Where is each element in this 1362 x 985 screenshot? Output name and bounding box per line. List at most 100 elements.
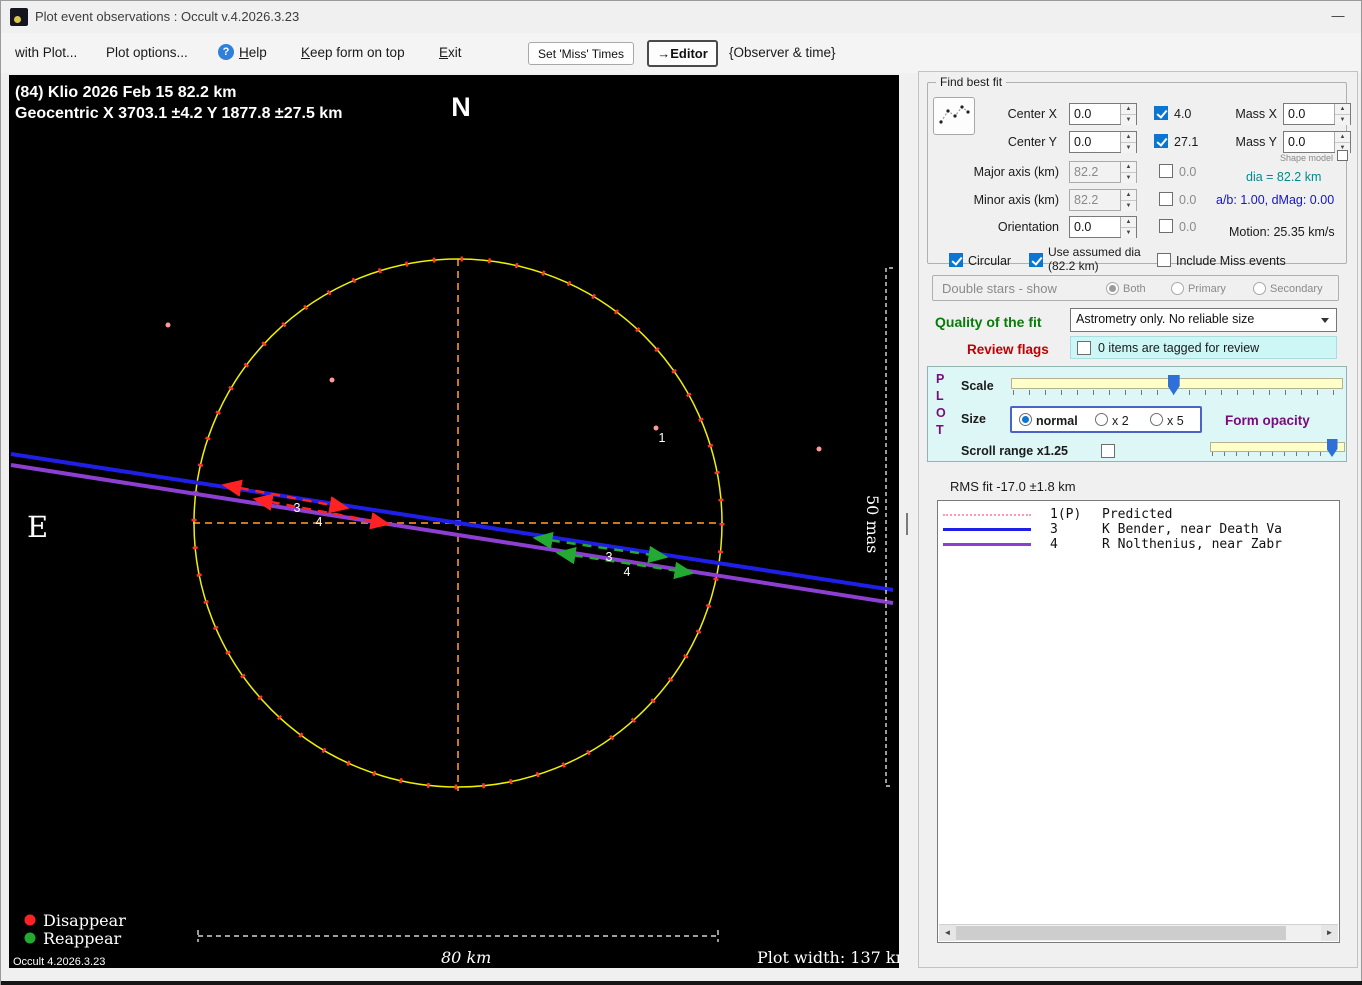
control-panel: Find best fit Center X 0.0 4.0 Mass X 0.… [918,71,1358,968]
disappear-legend-label: Disappear [43,911,126,930]
mass-y-label: Mass Y [1235,135,1277,149]
double-stars-label: Double stars - show [942,281,1057,296]
plot-version-label: Occult 4.2026.3.23 [13,956,105,968]
double-secondary-radio[interactable] [1253,282,1266,295]
spin-up-icon[interactable] [1121,104,1136,115]
chord-number: 1(P) [1050,507,1082,522]
review-flags-label: Review flags [967,342,1049,357]
menu-exit[interactable]: Exit [439,45,462,60]
spin-up-icon[interactable] [1121,217,1136,228]
size-normal-radio[interactable] [1019,413,1032,426]
scale-slider[interactable] [1011,375,1343,397]
spin-up-icon[interactable] [1121,132,1136,143]
list-item[interactable]: 1(P) Predicted [938,507,1339,522]
spin-down-icon[interactable] [1121,228,1136,238]
spin-up-icon[interactable] [1335,132,1350,143]
list-item[interactable]: 4 R Nolthenius, near Zabr [938,537,1339,552]
red-chord-4-label: 4 [316,515,323,529]
shape-model-checkbox[interactable] [1337,150,1348,161]
chord-3-blue[interactable] [10,452,894,592]
menu-help[interactable]: Help [239,45,267,60]
orientation-spinner[interactable]: 0.0 [1069,216,1137,238]
mass-x-value[interactable]: 0.0 [1284,104,1334,124]
scroll-range-checkbox[interactable] [1101,444,1115,458]
list-item[interactable]: 3 K Bender, near Death Va [938,522,1339,537]
mas-scale-bracket [885,267,893,787]
km-scale-label: 80 km [441,948,491,967]
major-axis-label: Major axis (km) [973,165,1059,179]
center-y-spinner[interactable]: 0.0 [1069,131,1137,153]
spin-down-icon[interactable] [1121,143,1136,153]
quality-dropdown[interactable]: Astrometry only. No reliable size [1070,308,1337,332]
fit-major-axis-checkbox[interactable] [1159,164,1173,178]
rms-fit-label: RMS fit -17.0 ±1.8 km [950,479,1076,494]
fit-orientation-checkbox[interactable] [1159,219,1173,233]
size-x5-label: x 5 [1167,414,1184,428]
use-assumed-dia-checkbox[interactable] [1029,253,1043,267]
spin-down-icon[interactable] [1121,115,1136,125]
minimize-button[interactable]: — [1319,3,1357,29]
spin-down-icon[interactable] [1335,115,1350,125]
include-miss-checkbox[interactable] [1157,253,1171,267]
review-flags-checkbox[interactable] [1077,341,1091,355]
menu-with-plot[interactable]: with Plot... [15,45,77,60]
mas-scale-label: 50 mas [863,495,882,553]
app-icon [10,8,28,26]
mass-x-spinner[interactable]: 0.0 [1283,103,1351,125]
chord-name: K Bender, near Death Va [1102,522,1283,537]
scrollbar-thumb[interactable] [956,926,1286,940]
mass-y-value[interactable]: 0.0 [1284,132,1334,152]
plot-title-line2: Geocentric X 3703.1 ±4.2 Y 1877.8 ±27.5 … [15,105,342,122]
point-marker [165,322,171,328]
review-flags-box: 0 items are tagged for review [1070,336,1337,359]
circular-checkbox[interactable] [949,253,963,267]
chevron-down-icon [1321,318,1329,323]
plot-letter-o: O [936,406,946,420]
point-marker [329,377,335,383]
editor-button[interactable]: →Editor [647,40,718,67]
review-flags-text: 0 items are tagged for review [1098,341,1260,355]
double-stars-group: Double stars - show Both Primary Seconda… [932,275,1339,301]
menu-plot-options[interactable]: Plot options... [106,45,188,60]
scroll-left-icon[interactable] [939,925,956,941]
spin-up-icon[interactable] [1335,104,1350,115]
spin-down-icon [1121,201,1136,211]
size-x5-radio[interactable] [1150,413,1163,426]
double-both-label: Both [1123,283,1146,295]
chord-list[interactable]: 1(P) Predicted 3 K Bender, near Death Va… [937,500,1340,943]
fit-center-y-checkbox[interactable] [1154,134,1168,148]
double-primary-radio[interactable] [1171,282,1184,295]
fit-minor-axis-checkbox[interactable] [1159,192,1173,206]
orientation-value[interactable]: 0.0 [1070,217,1120,237]
center-y-value[interactable]: 0.0 [1070,132,1120,152]
chord-number: 4 [1050,537,1058,552]
plot-controls-panel: P L O T Scale Size normal x 2 x 5 Form o… [927,366,1347,462]
scroll-right-icon[interactable] [1321,925,1338,941]
fit-plot-button[interactable] [933,97,975,135]
double-both-radio[interactable] [1106,282,1119,295]
opacity-slider-track[interactable] [1210,442,1345,452]
occultation-plot[interactable]: 3 4 3 4 1 (84) Klio 2026 Feb 15 82.2 km … [9,75,911,968]
major-axis-value: 82.2 [1074,165,1099,179]
spin-up-icon [1121,162,1136,173]
quality-label: Quality of the fit [935,314,1042,330]
chord-4-purple[interactable] [10,463,894,605]
spin-down-icon [1121,173,1136,183]
mass-x-label: Mass X [1235,107,1277,121]
size-x2-radio[interactable] [1095,413,1108,426]
plot-canvas[interactable]: 3 4 3 4 1 (84) Klio 2026 Feb 15 82.2 km … [9,75,911,968]
menu-keep-on-top[interactable]: Keep form on top [301,45,405,60]
form-opacity-slider[interactable] [1210,439,1345,459]
fit-center-x-checkbox[interactable] [1154,106,1168,120]
splitter-handle[interactable] [906,513,908,535]
center-y-label: Center Y [1007,135,1057,149]
orientation-fit-value: 0.0 [1179,220,1197,234]
window-bottom-edge [1,981,1362,985]
center-y-fit-value: 27.1 [1174,135,1199,149]
horizontal-scrollbar[interactable] [939,924,1338,941]
center-x-spinner[interactable]: 0.0 [1069,103,1137,125]
point-1-label: 1 [659,431,666,445]
axis-ratio-info: a/b: 1.00, dMag: 0.00 [1216,193,1335,207]
set-miss-times-button[interactable]: Set 'Miss' Times [528,42,634,65]
center-x-value[interactable]: 0.0 [1070,104,1120,124]
